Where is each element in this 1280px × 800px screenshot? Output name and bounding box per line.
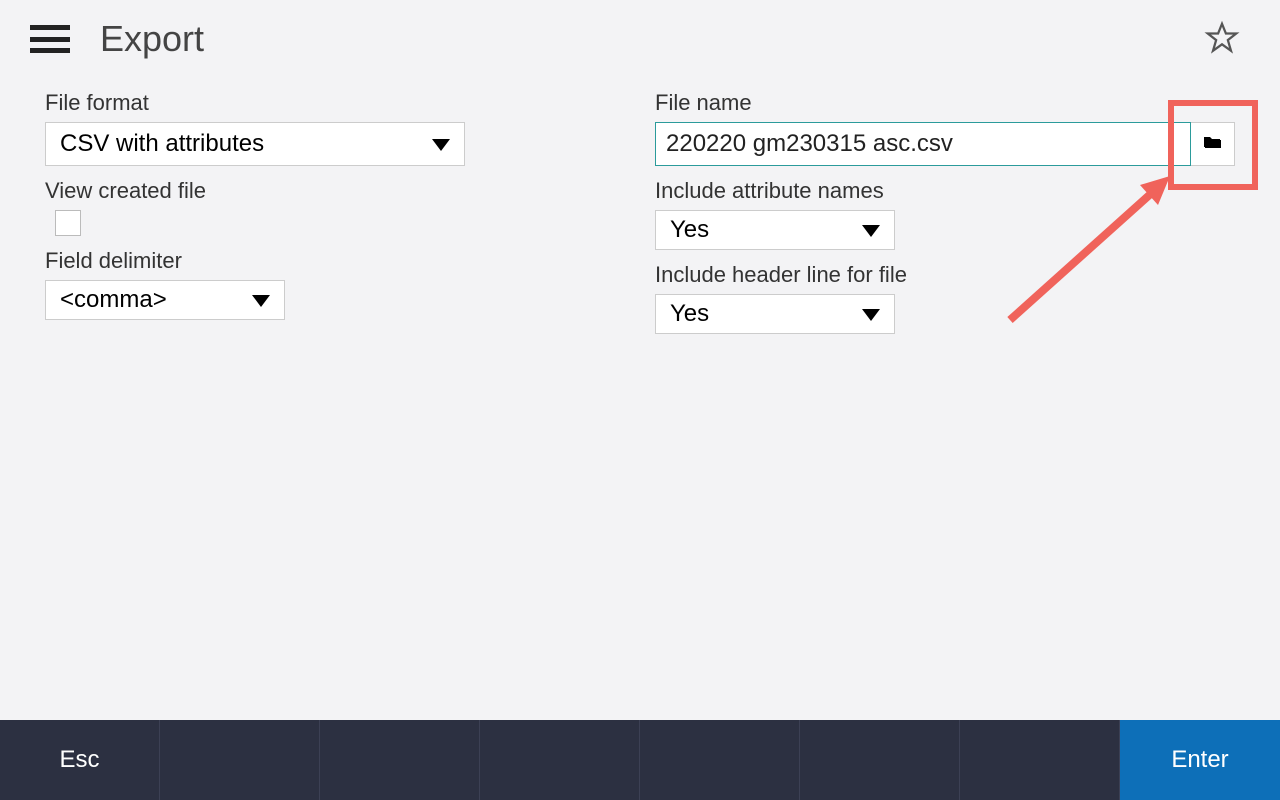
bottom-slot-2 bbox=[160, 720, 320, 800]
bottom-slot-6 bbox=[800, 720, 960, 800]
chevron-down-icon bbox=[252, 286, 270, 314]
include-header-select[interactable]: Yes bbox=[655, 294, 895, 334]
view-created-checkbox[interactable] bbox=[55, 210, 81, 236]
esc-button[interactable]: Esc bbox=[0, 720, 160, 800]
chevron-down-icon bbox=[862, 300, 880, 328]
include-header-value: Yes bbox=[670, 300, 709, 328]
enter-button[interactable]: Enter bbox=[1120, 720, 1280, 800]
include-header-label: Include header line for file bbox=[655, 262, 1235, 288]
include-attr-label: Include attribute names bbox=[655, 178, 1235, 204]
field-delimiter-value: <comma> bbox=[60, 286, 167, 314]
favorite-star-icon[interactable] bbox=[1204, 20, 1240, 56]
include-attr-value: Yes bbox=[670, 216, 709, 244]
bottom-slot-4 bbox=[480, 720, 640, 800]
include-attr-select[interactable]: Yes bbox=[655, 210, 895, 250]
chevron-down-icon bbox=[862, 216, 880, 244]
page-title: Export bbox=[100, 18, 204, 60]
chevron-down-icon bbox=[432, 130, 450, 158]
file-format-label: File format bbox=[45, 90, 505, 116]
bottom-slot-5 bbox=[640, 720, 800, 800]
bottom-slot-3 bbox=[320, 720, 480, 800]
folder-icon bbox=[1204, 135, 1222, 154]
bottom-slot-7 bbox=[960, 720, 1120, 800]
file-name-label: File name bbox=[655, 90, 1235, 116]
browse-button[interactable] bbox=[1191, 122, 1235, 166]
menu-icon[interactable] bbox=[30, 23, 70, 55]
file-name-input[interactable] bbox=[655, 122, 1191, 166]
field-delimiter-label: Field delimiter bbox=[45, 248, 505, 274]
file-format-select[interactable]: CSV with attributes bbox=[45, 122, 465, 166]
bottom-bar: Esc Enter bbox=[0, 720, 1280, 800]
field-delimiter-select[interactable]: <comma> bbox=[45, 280, 285, 320]
file-format-value: CSV with attributes bbox=[60, 130, 264, 158]
view-created-label: View created file bbox=[45, 178, 505, 204]
